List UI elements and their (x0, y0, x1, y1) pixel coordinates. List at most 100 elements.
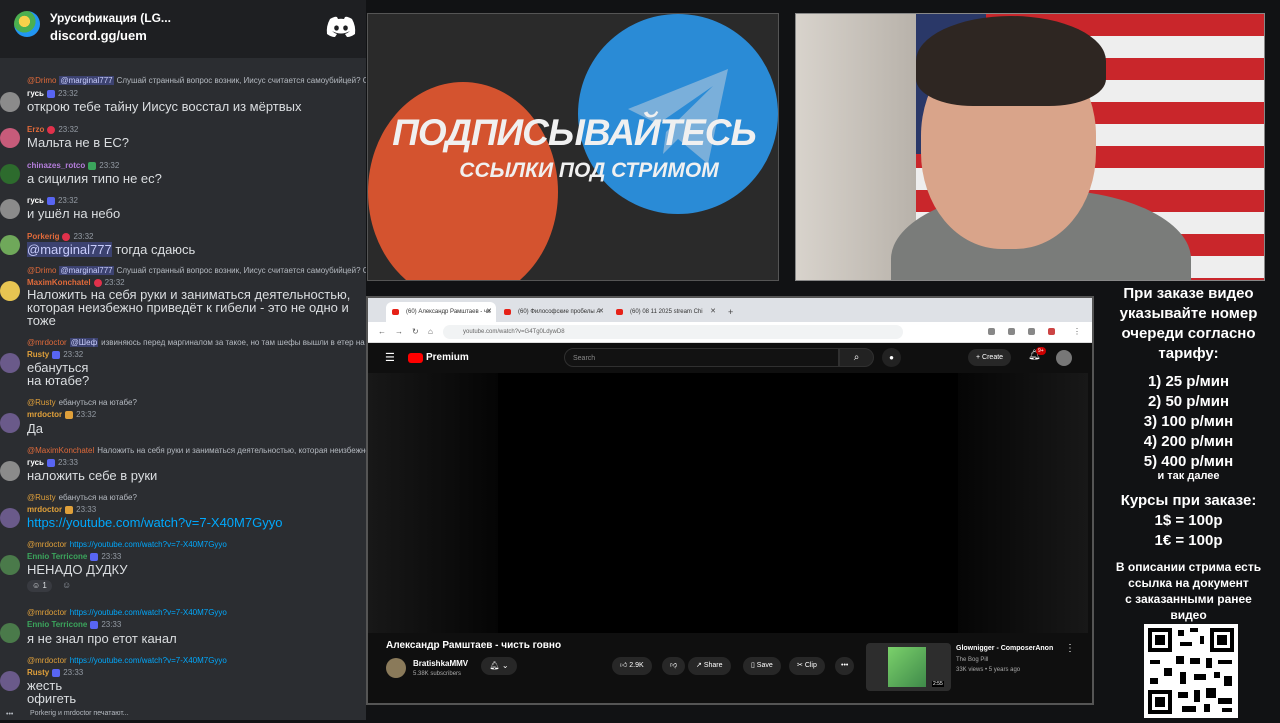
avatar[interactable] (0, 461, 20, 481)
message-meta: Ennio Terricone 23:33 (27, 620, 122, 629)
tab-bar: (60) Александр Рамштаев - чи ✕ (60) Филос… (368, 298, 1092, 322)
message-text: наложить себе в руки (27, 468, 158, 483)
reply-preview[interactable]: @Rusty ебануться на ютабе? (27, 493, 366, 502)
message-text: Да (27, 421, 44, 436)
thumbnail-image (888, 647, 926, 687)
message-meta: гусь 23:33 (27, 458, 78, 467)
info-text: видео (1170, 608, 1207, 622)
forward-icon[interactable]: → (395, 325, 403, 339)
message-text: и ушёл на небо (27, 206, 121, 221)
server-invite-link[interactable]: discord.gg/uem (50, 28, 147, 43)
reply-preview[interactable]: @mrdoctor https://youtube.com/watch?v=7-X… (27, 540, 366, 549)
avatar[interactable] (0, 671, 20, 691)
avatar[interactable] (0, 164, 20, 184)
recommended-channel[interactable]: The Bog Pill (956, 657, 988, 663)
video-player[interactable] (368, 373, 1088, 633)
browser-tab[interactable]: (60) 08 11 2025 stream Chi ✕ (610, 302, 720, 322)
youtube-logo-text[interactable]: Premium (426, 352, 469, 363)
channel-avatar[interactable] (386, 658, 406, 678)
clip-button[interactable]: ✂ Clip (789, 657, 825, 675)
info-text: ссылка на документ (1128, 576, 1249, 590)
streamer-hair (916, 16, 1106, 106)
close-tab-icon[interactable]: ✕ (486, 302, 492, 322)
rates-title: Курсы при заказе: (1120, 492, 1257, 509)
price-tier: 5) 400 р/мин (1143, 453, 1234, 470)
reaction-emoji-icon: ☺ (32, 581, 43, 590)
share-button[interactable]: ↗ Share (688, 657, 731, 675)
create-button[interactable]: + Create (968, 349, 1012, 366)
message-meta: гусь 23:32 (27, 196, 78, 205)
avatar[interactable] (0, 281, 20, 301)
recommended-title[interactable]: Glownigger - ComposerAnon (956, 645, 1053, 652)
browser-window: (60) Александр Рамштаев - чи ✕ (60) Филос… (366, 296, 1094, 705)
save-button[interactable]: ▯ Save (743, 657, 781, 675)
reply-preview[interactable]: @mrdoctor https://youtube.com/watch?v=7-X… (27, 608, 366, 617)
extension-icon[interactable] (1008, 328, 1015, 335)
profile-icon[interactable] (1048, 328, 1055, 335)
avatar[interactable] (0, 623, 20, 643)
reply-preview[interactable]: @mrdoctor https://youtube.com/watch?v=7-X… (27, 656, 366, 665)
info-text: указывайте номер (1119, 305, 1258, 322)
message-meta: Porkerig 23:32 (27, 232, 94, 241)
subscribe-bell-button[interactable]: 🔔︎ ⌄ (481, 657, 517, 675)
browser-tab[interactable]: (60) Александр Рамштаев - чи ✕ (386, 302, 496, 322)
reaction-chip[interactable]: ☺ 1 (27, 580, 52, 592)
message-link[interactable]: https://youtube.com/watch?v=7-X40M7Gyyo (27, 516, 282, 529)
extension-icon[interactable] (988, 328, 995, 335)
message-meta: Rusty 23:33 (27, 668, 84, 677)
reply-preview[interactable]: @MaximKonchatel Наложить на себя руки и з… (27, 446, 366, 455)
server-icon[interactable] (14, 11, 40, 37)
channel-name[interactable]: BratishkaMMV (413, 659, 468, 668)
banner-title: ПОДПИСЫВАЙТЕСЬ (392, 112, 756, 153)
recommended-meta: 33K views • 5 years ago (956, 667, 1021, 673)
dislike-button[interactable]: 👎︎ (662, 657, 686, 675)
more-vert-icon[interactable]: ⋮ (1065, 643, 1075, 654)
price-tier: 4) 200 р/мин (1143, 433, 1234, 450)
chat-header: Урусификация (LG... discord.gg/uem (0, 0, 366, 58)
avatar[interactable] (0, 235, 20, 255)
new-tab-button[interactable]: + (728, 302, 733, 322)
home-icon[interactable]: ⌂ (428, 325, 433, 339)
avatar[interactable] (0, 413, 20, 433)
like-button[interactable]: 👍︎ 2.9K (612, 657, 652, 675)
user-mention[interactable]: @marginal777 (27, 242, 112, 257)
info-text: с заказанными ранее (1125, 592, 1252, 606)
reply-preview[interactable]: @Drimo @marginal777 Слушай странный вопрос… (27, 76, 366, 85)
avatar[interactable] (0, 508, 20, 528)
avatar[interactable] (0, 128, 20, 148)
back-icon[interactable]: ← (378, 325, 386, 339)
hamburger-menu-icon[interactable]: ☰ (385, 351, 395, 364)
close-tab-icon[interactable]: ✕ (598, 302, 604, 322)
avatar[interactable] (0, 92, 20, 112)
reply-preview[interactable]: @mrdoctor @Шеф извиняюсь перед маргиналом … (27, 338, 366, 347)
recommended-thumbnail[interactable]: 2:55 (866, 643, 951, 691)
thumbs-down-icon: 👎︎ (670, 662, 678, 669)
message-text: жесть офигеть (27, 678, 77, 706)
address-bar[interactable]: youtube.com/watch?v=G4Tg0LdywD8 (443, 325, 903, 339)
youtube-logo-icon[interactable] (408, 353, 423, 363)
price-tier: 3) 100 р/мин (1143, 413, 1234, 430)
avatar[interactable] (1056, 350, 1072, 366)
avatar[interactable] (0, 199, 20, 219)
more-actions-button[interactable]: ••• (835, 657, 855, 675)
reply-preview[interactable]: @Rusty ебануться на ютабе? (27, 398, 366, 407)
close-tab-icon[interactable]: ✕ (710, 302, 716, 322)
reply-preview[interactable]: @Drimo @marginal777 Слушай странный вопрос… (27, 266, 366, 275)
search-icon[interactable]: ⌕ (839, 348, 874, 367)
youtube-favicon-icon (504, 309, 511, 315)
price-tier: 1) 25 р/мин (1147, 373, 1230, 390)
message-meta: гусь 23:32 (27, 89, 78, 98)
avatar[interactable] (0, 353, 20, 373)
microphone-icon[interactable]: ● (882, 348, 901, 367)
extension-icon[interactable] (1028, 328, 1035, 335)
message-meta: Ennio Terricone 23:33 (27, 552, 122, 561)
menu-kebab-icon[interactable]: ⋮ (1073, 325, 1081, 339)
message-text: а сицилия типо не ес? (27, 171, 162, 186)
discord-chat-panel: Урусификация (LG... discord.gg/uem @Drim… (0, 0, 366, 720)
reload-icon[interactable]: ↻ (412, 325, 419, 339)
search-input[interactable]: Search (564, 348, 839, 367)
add-reaction-icon[interactable]: ☺ (62, 580, 71, 590)
avatar[interactable] (0, 555, 20, 575)
message-meta: mrdoctor 23:33 (27, 505, 97, 514)
browser-tab[interactable]: (60) Философские пробелы А ✕ (498, 302, 608, 322)
